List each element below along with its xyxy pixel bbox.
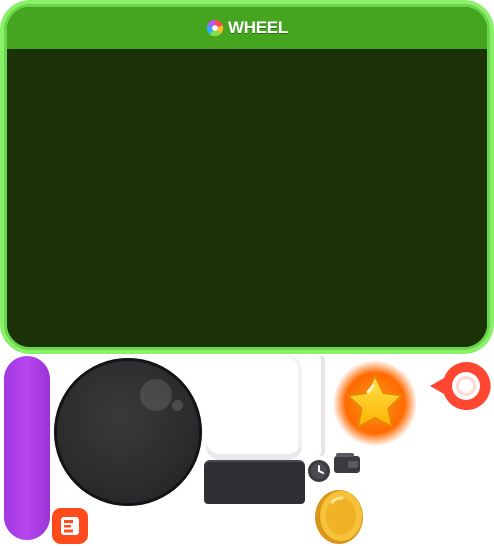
white-circle [366,452,462,546]
wheel-panel: WHEEL [0,0,494,354]
brand-name-bold: EXA [98,513,143,538]
wheel-panel-body [7,49,487,347]
game-sprite-sheet: WHEEL EXA GAMING [0,0,494,546]
black-ball [54,358,202,506]
ball-highlight-large [140,379,172,411]
wheel-panel-inner: WHEEL [4,4,490,350]
wheel-panel-title: WHEEL [228,18,288,37]
clock-icon [308,460,330,482]
color-wheel-icon [206,19,224,37]
wheel-panel-header: WHEEL [7,7,487,49]
star-badge-icon [332,360,418,447]
exa-gaming-brand: EXA GAMING [52,508,237,544]
location-pin-icon [430,362,491,410]
exa-gaming-wordmark: EXA GAMING [98,513,237,539]
ball-highlight-small [172,400,183,411]
dark-slab [204,460,305,504]
white-rect [258,504,312,540]
wallet-icon [334,453,360,473]
white-strip [308,356,325,456]
brand-name-light: GAMING [148,513,237,538]
white-card [206,356,302,460]
gold-coin-icon [315,490,363,544]
exa-gaming-logo-icon [52,508,88,544]
purple-pill-bar [4,356,50,540]
